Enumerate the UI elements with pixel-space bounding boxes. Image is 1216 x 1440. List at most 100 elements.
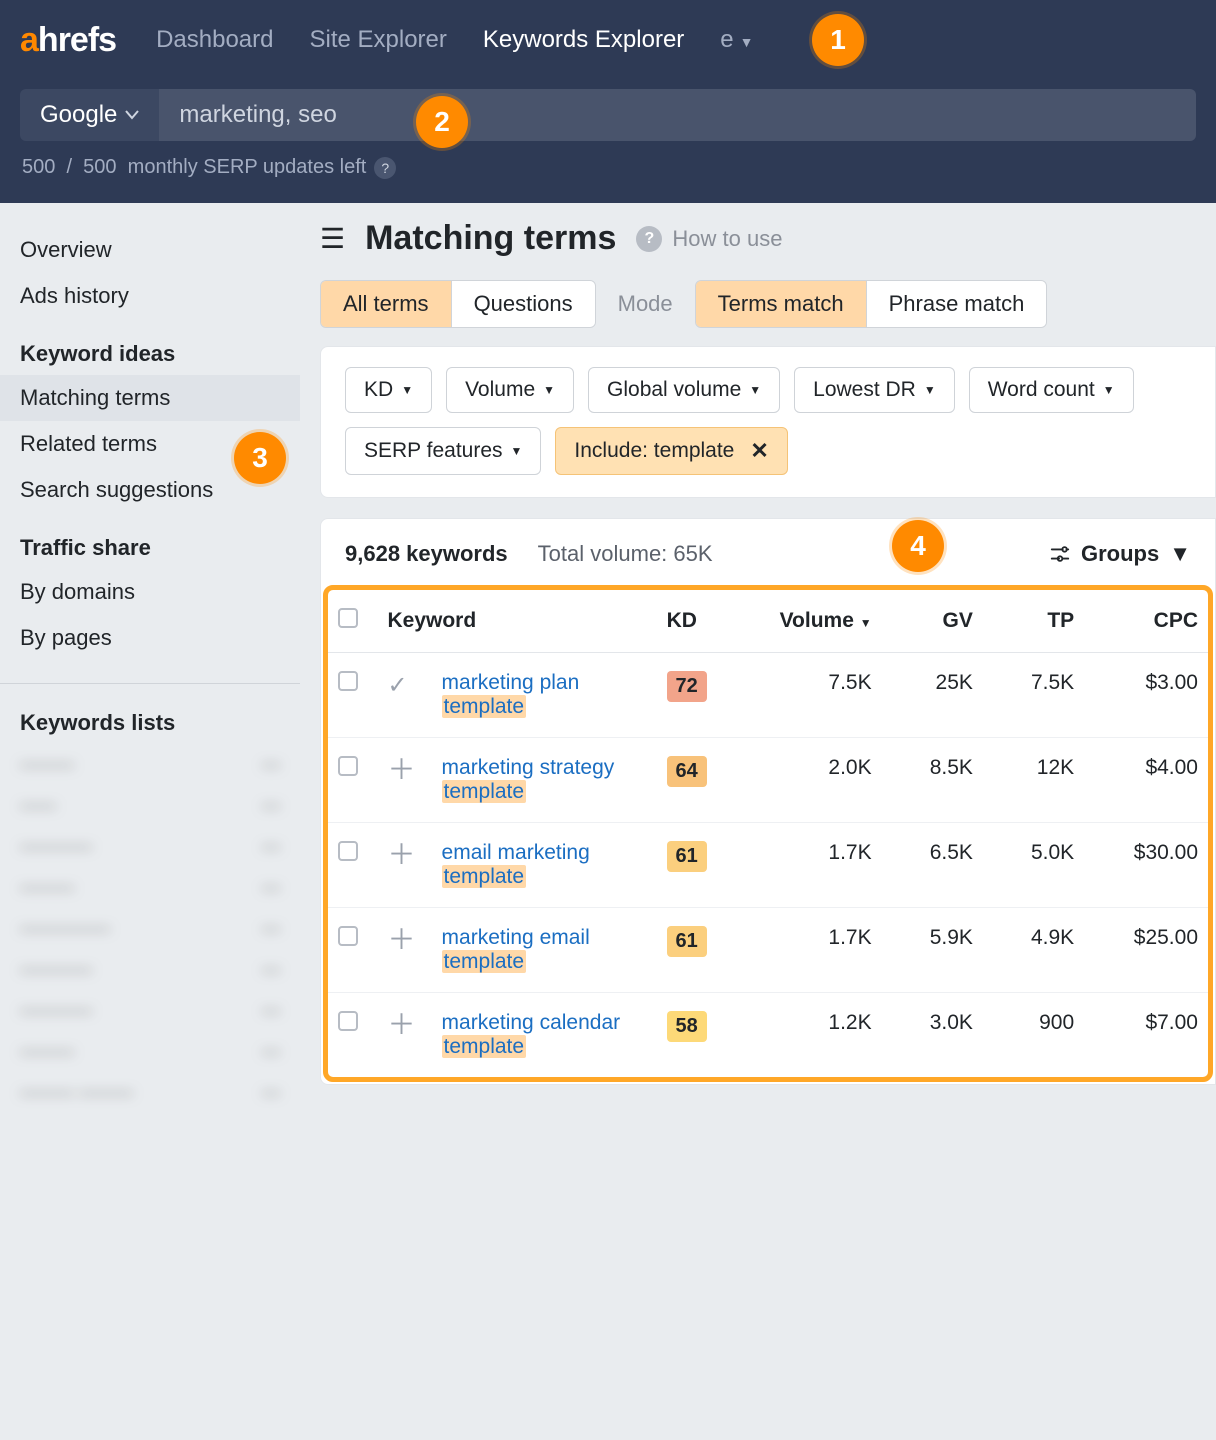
th-checkbox[interactable] <box>328 590 378 653</box>
row-volume-cell: 1.7K <box>735 823 881 908</box>
filter-kd[interactable]: KD▼ <box>345 367 432 413</box>
check-icon: ✓ <box>388 672 408 699</box>
keyword-link[interactable]: marketing email template <box>442 926 590 973</box>
table-row: ＋ marketing calendar template 58 1.2K3.0K90… <box>328 993 1208 1078</box>
nav-site-explorer[interactable]: Site Explorer <box>309 26 446 54</box>
filter-global-volume-label: Global volume <box>607 378 741 402</box>
plus-icon[interactable]: ＋ <box>388 754 416 785</box>
th-kd[interactable]: KD <box>657 590 736 653</box>
filter-volume[interactable]: Volume ▼ <box>446 367 574 413</box>
kd-badge: 61 <box>667 841 707 872</box>
how-to-use-label: How to use <box>672 226 782 252</box>
search-engine-select[interactable]: Google <box>20 89 159 141</box>
results-table: Keyword KD Volume ▼ GV TP CPC ✓ marketing… <box>328 590 1208 1077</box>
chevron-down-icon: ▼ <box>749 383 761 397</box>
checkbox-icon[interactable] <box>338 926 358 946</box>
row-tp-cell: 900 <box>983 993 1084 1078</box>
serp-updates-total: 500 <box>83 156 116 179</box>
logo-a: a <box>20 21 38 59</box>
checkbox-icon[interactable] <box>338 671 358 691</box>
tab-phrase-match[interactable]: Phrase match <box>867 281 1047 327</box>
logo-rest: hrefs <box>38 21 116 59</box>
nav-keywords-explorer[interactable]: Keywords Explorer <box>483 26 684 54</box>
table-row: ＋email marketing template611.7K6.5K5.0K$… <box>328 823 1208 908</box>
tab-questions[interactable]: Questions <box>452 281 595 327</box>
sidebar-ads-history[interactable]: Ads history <box>0 273 300 319</box>
checkbox-icon[interactable] <box>338 841 358 861</box>
row-gv-cell: 6.5K <box>882 823 983 908</box>
filter-global-volume[interactable]: Global volume ▼ <box>588 367 780 413</box>
row-checkbox-cell[interactable] <box>328 908 378 993</box>
filters-panel: KD▼ Volume ▼ Global volume ▼ Lowest DR▼ Wo… <box>320 346 1216 498</box>
page-title: Matching terms <box>365 219 616 258</box>
sidebar-by-pages[interactable]: By pages <box>0 615 300 661</box>
chevron-down-icon: ▼ <box>1103 383 1115 397</box>
keyword-count: 9,628 keywords <box>345 541 508 567</box>
row-checkbox-cell[interactable] <box>328 993 378 1078</box>
keyword-link[interactable]: marketing strategy template <box>442 756 615 803</box>
filter-volume-label: Volume <box>465 378 535 402</box>
keyword-highlight: template <box>442 865 527 888</box>
chevron-down-icon: ▼ <box>1169 541 1191 567</box>
mode-label: Mode <box>618 291 673 317</box>
nav-dashboard[interactable]: Dashboard <box>156 26 273 54</box>
groups-button[interactable]: Groups ▼ <box>1049 541 1191 567</box>
row-checkbox-cell[interactable] <box>328 823 378 908</box>
th-volume[interactable]: Volume ▼ <box>735 590 881 653</box>
row-checkbox-cell[interactable] <box>328 653 378 738</box>
row-icon-cell: ＋ <box>378 993 432 1078</box>
filter-include-label: Include: template <box>574 439 734 463</box>
chevron-down-icon: ▼ <box>543 383 555 397</box>
checkbox-icon[interactable] <box>338 1011 358 1031</box>
th-keyword[interactable]: Keyword <box>378 590 657 653</box>
hamburger-icon[interactable]: ☰ <box>320 222 345 255</box>
row-gv-cell: 3.0K <box>882 993 983 1078</box>
help-icon[interactable]: ? <box>374 157 396 179</box>
tab-terms-match[interactable]: Terms match <box>696 281 867 327</box>
keyword-highlight: template <box>442 695 527 718</box>
th-cpc[interactable]: CPC <box>1084 590 1208 653</box>
row-keyword-cell: marketing email template <box>432 908 657 993</box>
row-volume-cell: 2.0K <box>735 738 881 823</box>
row-checkbox-cell[interactable] <box>328 738 378 823</box>
sidebar-matching-terms[interactable]: Matching terms <box>0 375 300 421</box>
keyword-input[interactable] <box>159 89 1196 141</box>
kd-badge: 61 <box>667 926 707 957</box>
checkbox-icon[interactable] <box>338 756 358 776</box>
close-icon[interactable]: ✕ <box>750 438 768 464</box>
serp-updates-used: 500 <box>22 156 55 179</box>
results-panel: 9,628 keywords Total volume: 65K Groups … <box>320 518 1216 1085</box>
filter-serp-features[interactable]: SERP features▼ <box>345 427 541 475</box>
keyword-link[interactable]: marketing calendar template <box>442 1011 621 1058</box>
keyword-link[interactable]: email marketing template <box>442 841 590 888</box>
chevron-down-icon: ▼ <box>924 383 936 397</box>
top-navbar: ahrefs Dashboard Site Explorer Keywords … <box>0 0 1216 80</box>
keyword-link[interactable]: marketing plan template <box>442 671 580 718</box>
kd-badge: 58 <box>667 1011 707 1042</box>
chevron-down-icon: ▼ <box>740 34 754 50</box>
plus-icon[interactable]: ＋ <box>388 839 416 870</box>
tab-all-terms[interactable]: All terms <box>321 281 452 327</box>
sidebar-overview[interactable]: Overview <box>0 227 300 273</box>
plus-icon[interactable]: ＋ <box>388 924 416 955</box>
row-icon-cell: ＋ <box>378 908 432 993</box>
filter-lowest-dr[interactable]: Lowest DR▼ <box>794 367 955 413</box>
serp-updates-info: 500 / 500 monthly SERP updates left ? <box>0 144 1216 203</box>
th-tp[interactable]: TP <box>983 590 1084 653</box>
plus-icon[interactable]: ＋ <box>388 1009 416 1040</box>
row-gv-cell: 8.5K <box>882 738 983 823</box>
sidebar-by-domains[interactable]: By domains <box>0 569 300 615</box>
how-to-use-link[interactable]: ? How to use <box>636 226 782 252</box>
filter-word-count[interactable]: Word count▼ <box>969 367 1134 413</box>
row-volume-cell: 1.2K <box>735 993 881 1078</box>
row-gv-cell: 5.9K <box>882 908 983 993</box>
th-gv[interactable]: GV <box>882 590 983 653</box>
nav-more[interactable]: e▼ <box>720 26 753 54</box>
row-gv-cell: 25K <box>882 653 983 738</box>
main-content: ☰ Matching terms ? How to use All terms … <box>300 203 1216 1440</box>
filter-include-template[interactable]: Include: template ✕ <box>555 427 787 475</box>
annotation-4: 4 <box>892 520 944 572</box>
row-volume-cell: 1.7K <box>735 908 881 993</box>
checkbox-icon[interactable] <box>338 608 358 628</box>
results-header: 9,628 keywords Total volume: 65K Groups … <box>321 519 1215 585</box>
